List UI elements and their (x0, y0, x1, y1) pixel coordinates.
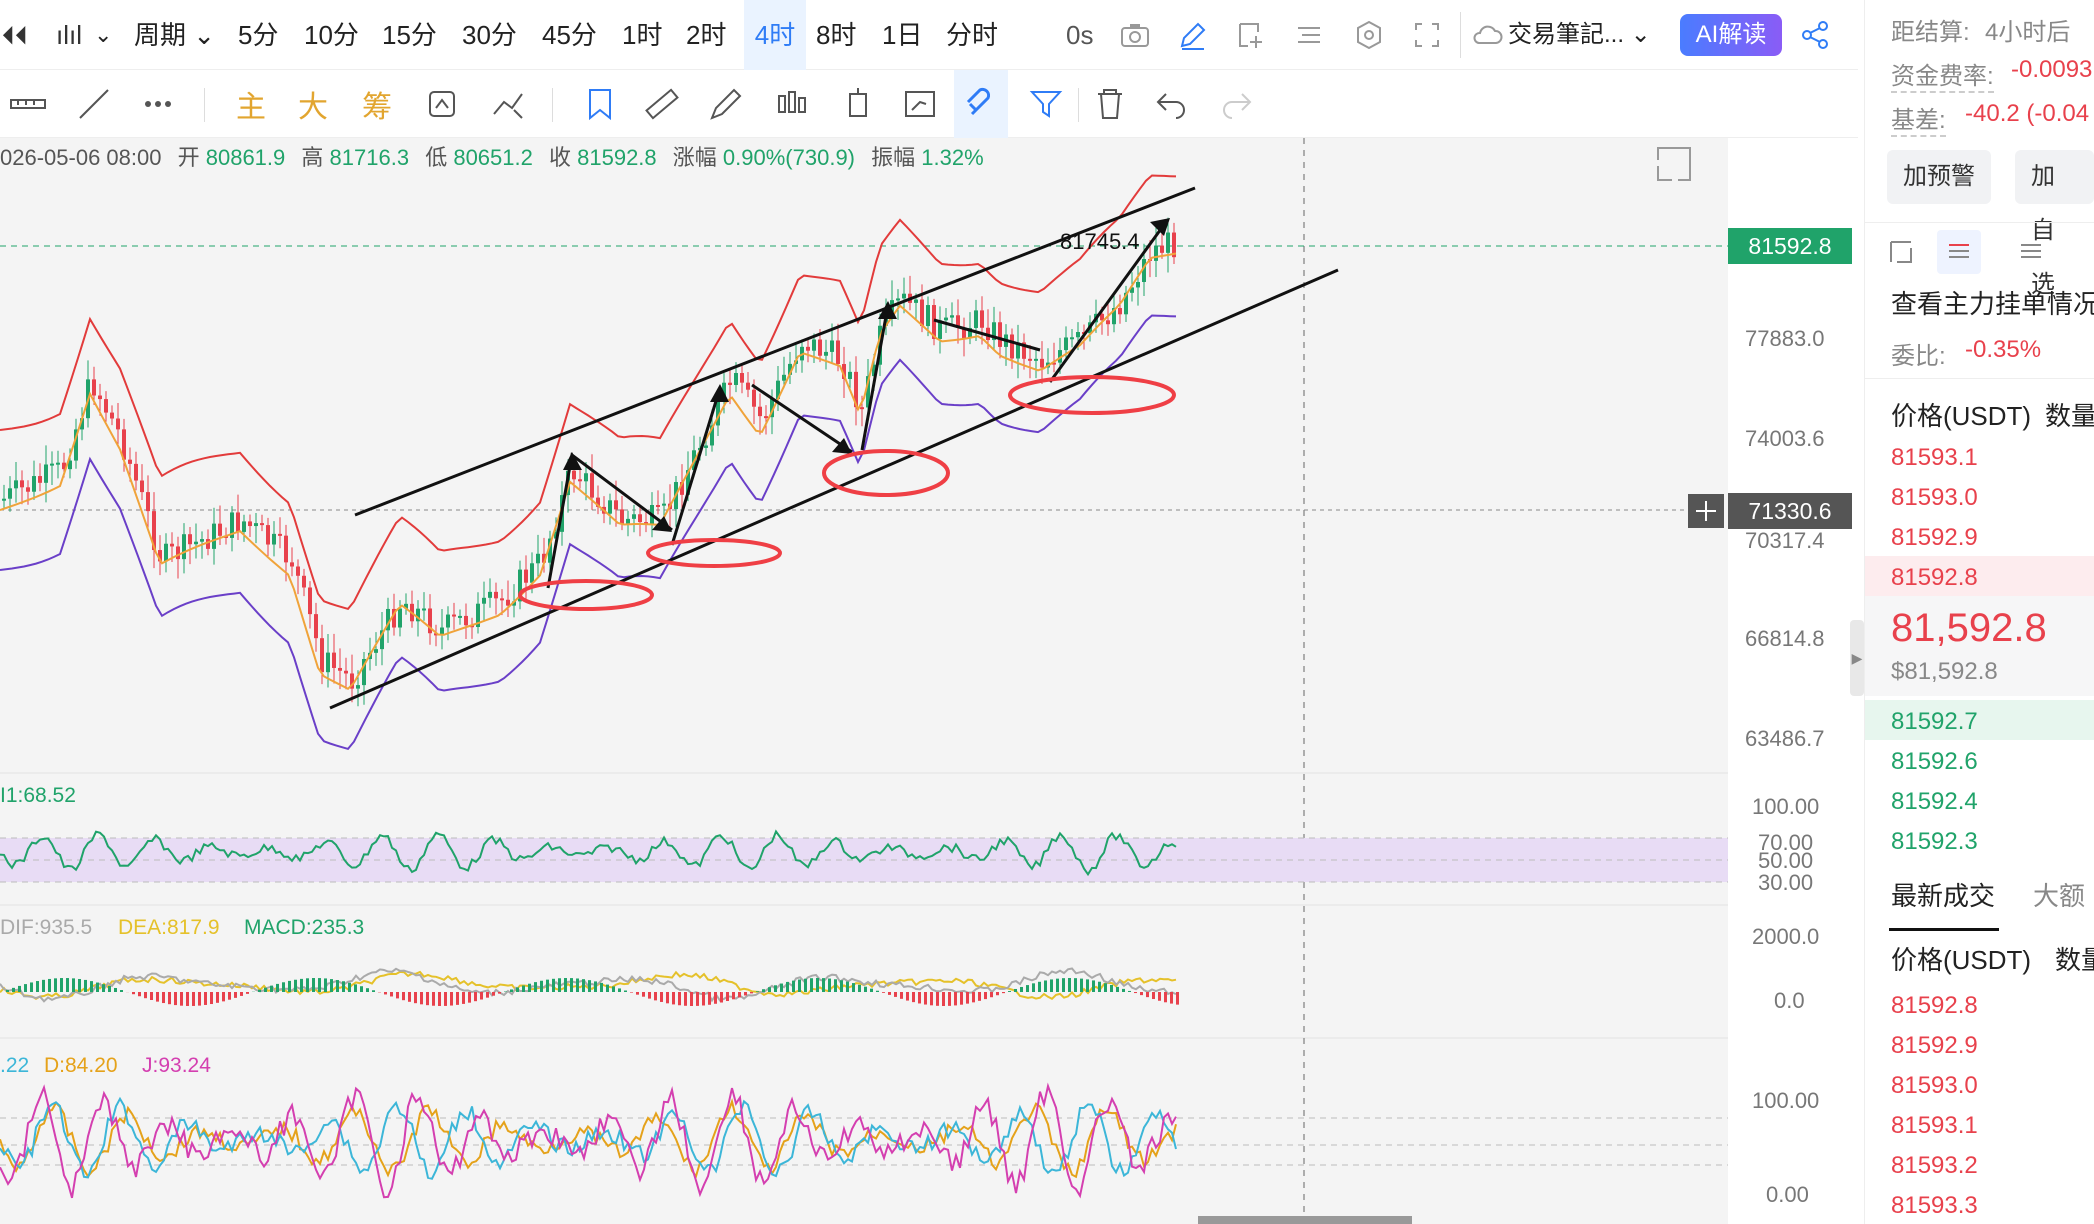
depth-title-link[interactable]: 查看主力挂单情况 (1891, 284, 2094, 321)
price-tick: 66814.8 (1745, 626, 1825, 651)
macd-dif-label: DIF:935.5 (0, 916, 93, 939)
macd-value-label: MACD:235.3 (244, 916, 365, 939)
kdj-j-label: J:93.24 (142, 1054, 211, 1077)
orderbook-qty-header: 数量 (2045, 401, 2094, 431)
bid-price[interactable]: 81592.3 (1891, 828, 1978, 856)
trade-price: 81592.9 (1891, 1032, 1978, 1059)
trade-price: 81593.2 (1891, 1152, 1978, 1179)
arrow-heads (563, 218, 1170, 532)
trades-qty-header: 数量 (2055, 945, 2094, 975)
add-alert-button[interactable]: 加预警 (1887, 150, 1991, 204)
candlesticks (2, 217, 1176, 707)
channel-lower-line[interactable] (329, 268, 1339, 710)
layout-both-icon[interactable] (1885, 236, 1917, 268)
orderbook-price-header: 价格(USDT) (1891, 401, 2032, 431)
right-panel: 距结算: 4小时后 资金费率: -0.0093 基差: -40.2 (-0.04… (1864, 0, 2094, 1224)
crosshair-price-tag: 71330.6 (1728, 493, 1852, 529)
trade-price: 81593.1 (1891, 1112, 1978, 1139)
kline-chart[interactable] (0, 0, 1728, 1224)
macd-tick: 0.0 (1774, 988, 1805, 1013)
settle-label: 距结算: (1891, 19, 1970, 46)
chart-scrollbar[interactable] (1198, 1216, 1412, 1224)
funding-value: -0.0093 (2011, 56, 2093, 83)
kdj-k-label: .22 (0, 1054, 30, 1077)
settle-value: 4小时后 (1985, 19, 2071, 46)
price-tick: 74003.6 (1745, 426, 1825, 451)
expand-icon[interactable] (1657, 147, 1691, 181)
kdj-d-label: D:84.20 (44, 1054, 118, 1077)
rsi-tick: 100.00 (1752, 794, 1820, 819)
ratio-label: 委比: (1891, 343, 1946, 370)
macd-tick: 2000.0 (1752, 924, 1820, 949)
ask-price[interactable]: 81592.9 (1891, 524, 1978, 552)
ratio-value: -0.35% (1965, 336, 2042, 363)
layout-bids-icon[interactable] (1943, 236, 1975, 268)
kdj-tick: 0.00 (1766, 1182, 1809, 1207)
ask-price[interactable]: 81593.1 (1891, 444, 1978, 472)
trade-price: 81593.0 (1891, 1072, 1978, 1099)
layout-asks-icon[interactable] (2015, 236, 2047, 268)
mid-price: 81,592.8 (1891, 606, 2047, 650)
bid-price[interactable]: 81592.4 (1891, 788, 1978, 816)
price-tick: 63486.7 (1745, 726, 1825, 751)
funding-label: 资金费率: (1891, 56, 1994, 93)
price-tick: 70317.4 (1745, 528, 1825, 553)
macd-dea-label: DEA:817.9 (118, 916, 220, 939)
add-watchlist-button[interactable]: 加自选 (2015, 150, 2094, 298)
rsi-label: I1:68.52 (0, 784, 76, 807)
bid-price[interactable]: 81592.6 (1891, 748, 1978, 776)
trade-price: 81592.8 (1891, 992, 1978, 1019)
rsi-tick: 30.00 (1758, 870, 1814, 895)
mid-price-usd: $81,592.8 (1891, 658, 1998, 685)
trades-price-header: 价格(USDT) (1891, 945, 2032, 975)
oscillators (0, 829, 1179, 1199)
peak-price-label: 81745.4 (1060, 229, 1140, 254)
ask-price[interactable]: 81593.0 (1891, 484, 1978, 512)
price-axis[interactable] (1728, 138, 1858, 1224)
ask-price[interactable]: 81592.8 (1891, 564, 1978, 592)
basis-label: 基差: (1891, 100, 1946, 137)
basis-value: -40.2 (-0.04 (1965, 100, 2090, 127)
bollinger-bands (0, 174, 1177, 751)
panel-toggle-button[interactable]: ▶ (1850, 620, 1864, 696)
trade-price: 81593.3 (1891, 1192, 1978, 1219)
bid-price[interactable]: 81592.7 (1891, 708, 1978, 736)
tab-large-trades[interactable]: 大额 (2033, 876, 2085, 913)
kdj-tick: 100.00 (1752, 1088, 1820, 1113)
tab-latest-trades[interactable]: 最新成交 (1891, 876, 1995, 913)
share-icon[interactable] (1798, 18, 1832, 52)
last-price-tag: 81592.8 (1728, 228, 1852, 264)
tab-underline (1889, 928, 1999, 931)
price-tick: 77883.0 (1745, 326, 1825, 351)
